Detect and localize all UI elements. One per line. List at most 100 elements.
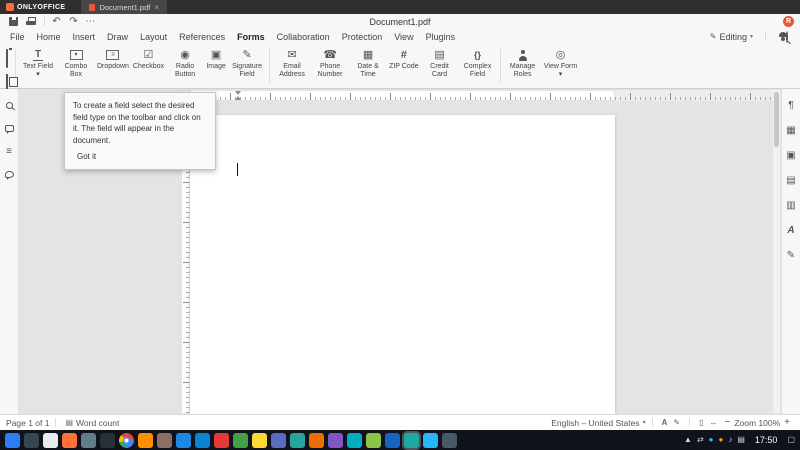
taskbar-app-text-editor[interactable] bbox=[43, 432, 58, 448]
toolbar-button-text-field[interactable]: T Text Field ▾ bbox=[19, 47, 57, 81]
paragraph-settings-button[interactable]: ¶ bbox=[783, 98, 799, 113]
taskbar-app-gimp[interactable] bbox=[157, 432, 172, 448]
table-settings-button[interactable]: ▦ bbox=[783, 123, 799, 138]
search-panel-button[interactable] bbox=[1, 98, 17, 113]
comments-panel-button[interactable] bbox=[1, 121, 17, 136]
customize-quick-access-button[interactable]: ⋯ bbox=[83, 15, 98, 28]
vertical-scrollbar[interactable] bbox=[773, 90, 780, 413]
document-page[interactable] bbox=[190, 115, 615, 414]
taskbar-app-file-manager[interactable] bbox=[24, 432, 39, 448]
volume-icon[interactable]: ♪ bbox=[728, 436, 732, 444]
clock[interactable]: 17:50 bbox=[755, 435, 778, 445]
taskbar-app-dev-tools[interactable] bbox=[385, 432, 400, 448]
toolbar-button-manage-roles[interactable]: Manage Roles bbox=[504, 47, 542, 81]
user-avatar[interactable]: R bbox=[783, 16, 794, 27]
header-footer-settings-button[interactable]: ▤ bbox=[783, 173, 799, 188]
toolbar-button-image[interactable]: ▣ Image bbox=[204, 47, 228, 72]
toolbar-button-zip-code[interactable]: # ZIP Code bbox=[387, 47, 420, 72]
taskbar-app-mail[interactable] bbox=[214, 432, 229, 448]
taskbar-app-apps-menu[interactable] bbox=[5, 432, 20, 448]
tray-expand-icon[interactable]: ▲ bbox=[684, 436, 692, 444]
language-selector[interactable]: English – United States ▾ bbox=[551, 418, 645, 428]
paste-button[interactable] bbox=[6, 49, 8, 68]
menu-layout[interactable]: Layout bbox=[134, 32, 173, 42]
zoom-out-button[interactable]: − bbox=[724, 417, 730, 428]
network-icon[interactable]: ⇄ bbox=[697, 436, 704, 444]
taskbar-app-screenshot-tool[interactable] bbox=[366, 432, 381, 448]
taskbar-app-ide[interactable] bbox=[271, 432, 286, 448]
zoom-level-label[interactable]: Zoom 100% bbox=[734, 418, 780, 428]
menu-draw[interactable]: Draw bbox=[101, 32, 134, 42]
print-button[interactable] bbox=[23, 15, 38, 28]
toolbar-button-radio-button[interactable]: ◉ Radio Button bbox=[166, 47, 204, 81]
signature-settings-button[interactable]: ✎ bbox=[783, 248, 799, 263]
notifications-icon[interactable]: ▢ bbox=[787, 436, 795, 444]
taskbar-app-calculator[interactable] bbox=[233, 432, 248, 448]
save-button[interactable] bbox=[6, 15, 21, 28]
track-changes-icon[interactable]: ✎ bbox=[673, 418, 680, 427]
messenger-tray-icon[interactable]: ● bbox=[709, 436, 714, 444]
toolbar-button-signature-field[interactable]: ✎ Signature Field bbox=[228, 47, 266, 81]
menu-insert[interactable]: Insert bbox=[67, 32, 102, 42]
scrollbar-thumb[interactable] bbox=[774, 92, 779, 147]
menu-home[interactable]: Home bbox=[31, 32, 67, 42]
toolbar-button-dropdown[interactable]: ≡ Dropdown bbox=[95, 47, 131, 72]
toolbar-button-view-form[interactable]: ◎ View Form ▾ bbox=[542, 47, 580, 81]
word-count-button[interactable]: Word count bbox=[76, 418, 119, 428]
taskbar-app-viewer[interactable] bbox=[328, 432, 343, 448]
taskbar-app-vlc[interactable] bbox=[138, 432, 153, 448]
menu-plugins[interactable]: Plugins bbox=[420, 32, 462, 42]
editing-mode-button[interactable]: ✎ Editing ▾ bbox=[710, 32, 753, 42]
zoom-in-button[interactable]: + bbox=[784, 417, 790, 428]
toolbar-button-email-address[interactable]: ✉ Email Address bbox=[273, 47, 311, 81]
titlebar: ONLYOFFICE Document1.pdf × bbox=[0, 0, 800, 14]
taskbar-app-firefox[interactable] bbox=[62, 432, 77, 448]
menu-forms[interactable]: Forms bbox=[231, 32, 271, 42]
fit-page-icon[interactable]: ▯ bbox=[699, 418, 703, 427]
taskbar-app-messenger[interactable] bbox=[347, 432, 362, 448]
menu-collaboration[interactable]: Collaboration bbox=[271, 32, 336, 42]
taskbar-app-blender[interactable] bbox=[309, 432, 324, 448]
field-hint-tooltip: To create a field select the desired fie… bbox=[64, 92, 216, 171]
clipboard-tray-icon[interactable]: ▤ bbox=[737, 436, 745, 444]
taskbar-app-player[interactable] bbox=[290, 432, 305, 448]
taskbar-app-telegram[interactable] bbox=[423, 432, 438, 448]
redo-button[interactable]: ↷ bbox=[66, 15, 81, 28]
undo-button[interactable]: ↶ bbox=[49, 15, 64, 28]
menu-view[interactable]: View bbox=[388, 32, 419, 42]
navigation-panel-button[interactable]: ≡ bbox=[1, 144, 17, 159]
document-tab[interactable]: Document1.pdf × bbox=[81, 0, 168, 14]
toolbar-button-credit-card[interactable]: ▤ Credit Card bbox=[421, 47, 459, 81]
page-number-label[interactable]: Page 1 of 1 bbox=[6, 418, 49, 428]
right-sidebar: ¶ ▦ ▣ ▤ ▥ A ✎ bbox=[781, 89, 800, 414]
spellcheck-icon[interactable]: A bbox=[662, 418, 668, 427]
toolbar-button-label: Image bbox=[206, 63, 226, 70]
taskbar-app-thunderbird[interactable] bbox=[195, 432, 210, 448]
chart-settings-button[interactable]: ▥ bbox=[783, 198, 799, 213]
toolbar-button-checkbox[interactable]: ☑ Checkbox bbox=[131, 47, 166, 72]
menu-file[interactable]: File bbox=[4, 32, 31, 42]
toolbar-button-combo-box[interactable]: ▾ Combo Box bbox=[57, 47, 95, 81]
got-it-button[interactable]: Got it bbox=[77, 152, 96, 161]
left-indent-marker[interactable] bbox=[235, 96, 241, 100]
first-line-indent-marker[interactable] bbox=[235, 91, 241, 95]
taskbar-app-onlyoffice[interactable] bbox=[404, 432, 419, 448]
menu-references[interactable]: References bbox=[173, 32, 231, 42]
feedback-panel-button[interactable] bbox=[1, 167, 17, 182]
toolbar-button-phone-number[interactable]: ☎ Phone Number bbox=[311, 47, 349, 81]
taskbar-app-chrome[interactable] bbox=[119, 432, 134, 448]
menu-protection[interactable]: Protection bbox=[336, 32, 389, 42]
search-button[interactable] bbox=[786, 30, 788, 43]
image-settings-button[interactable]: ▣ bbox=[783, 148, 799, 163]
taskbar-app-terminal[interactable] bbox=[100, 432, 115, 448]
toolbar-button-complex-field[interactable]: {} Complex Field bbox=[459, 47, 497, 81]
taskbar-app-libreoffice[interactable] bbox=[176, 432, 191, 448]
taskbar-app-notes[interactable] bbox=[252, 432, 267, 448]
toolbar-button-date-time[interactable]: ▦ Date & Time bbox=[349, 47, 387, 81]
close-tab-icon[interactable]: × bbox=[154, 3, 159, 12]
fit-width-icon[interactable]: ↔ bbox=[709, 418, 717, 427]
textart-settings-button[interactable]: A bbox=[783, 223, 799, 238]
taskbar-app-system-settings[interactable] bbox=[81, 432, 96, 448]
taskbar-app-system-monitor[interactable] bbox=[442, 432, 457, 448]
updates-icon[interactable]: ● bbox=[719, 436, 724, 444]
